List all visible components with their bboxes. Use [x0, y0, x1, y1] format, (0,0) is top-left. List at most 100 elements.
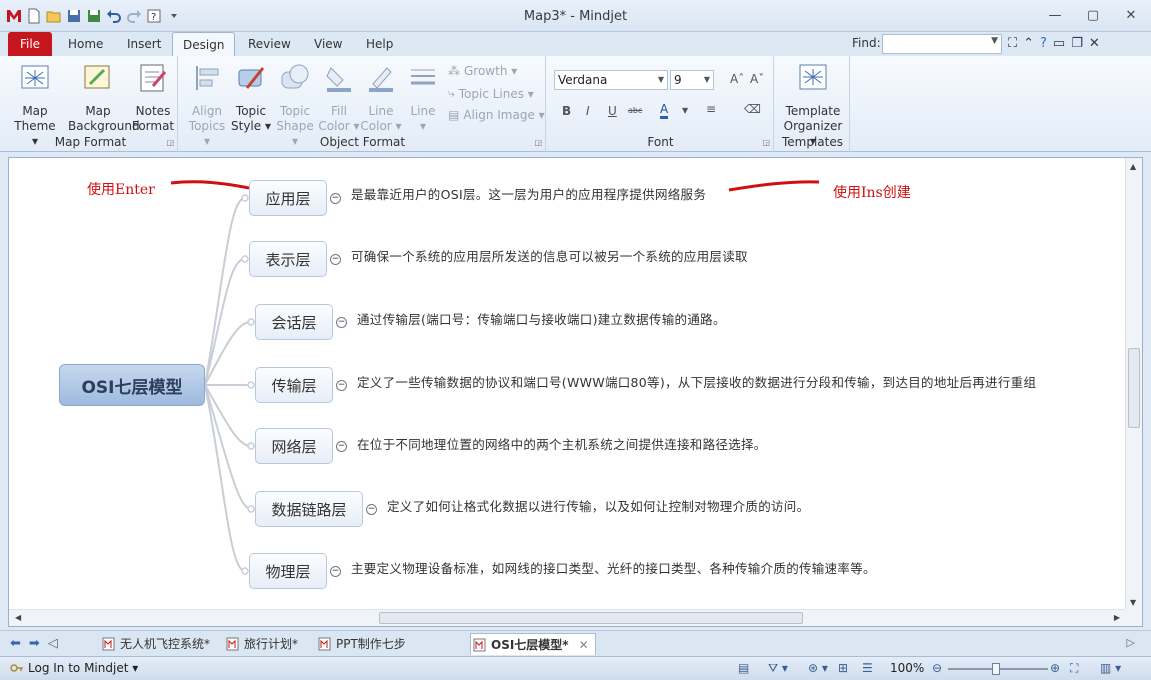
growth-button[interactable]: ⁂ Growth ▾ [448, 64, 517, 78]
binoculars-icon[interactable]: ⛶ [1008, 36, 1017, 51]
doc-tab[interactable]: 无人机飞控系统* [100, 633, 214, 655]
line-pen-icon [369, 67, 393, 92]
align-topics-label-1: Align [191, 104, 223, 118]
tab-view[interactable]: View [304, 32, 352, 56]
fit-map-icon[interactable]: ⛶ [1070, 661, 1078, 676]
topic-lines-icon: ⤷ [448, 86, 455, 100]
align-image-icon: ▤ [448, 108, 460, 122]
topic-presentation-layer[interactable]: 表示层 [249, 241, 327, 277]
scroll-left-icon[interactable]: ◀ [15, 613, 21, 622]
collapse-icon[interactable]: − [330, 193, 341, 204]
topic-note[interactable]: 是最靠近用户的OSI层。这一层为用户的应用程序提供网络服务 [351, 184, 706, 203]
topic-network-layer[interactable]: 网络层 [255, 428, 333, 464]
zoom-out-icon[interactable]: ⊖ [932, 661, 942, 675]
align-text-icon[interactable]: ≡ [706, 102, 716, 116]
font-size-select[interactable]: 9 ▼ [670, 70, 714, 90]
topic-transport-layer[interactable]: 传输层 [255, 367, 333, 403]
notes-format-button[interactable]: Notes Format [130, 62, 176, 134]
collapse-icon[interactable]: − [330, 566, 341, 577]
vertical-scroll-thumb[interactable] [1128, 348, 1140, 428]
topic-note[interactable]: 主要定义物理设备标准，如网线的接口类型、光纤的接口类型、各种传输介质的传输速率等… [351, 558, 876, 577]
tab-help[interactable]: Help [356, 32, 403, 56]
collapse-icon[interactable]: − [336, 317, 347, 328]
horizontal-scrollbar[interactable]: ◀ ▶ [9, 609, 1126, 626]
central-topic[interactable]: OSI七层模型 [59, 364, 205, 406]
dialog-launcher-icon[interactable]: ◲ [534, 138, 542, 147]
close-tab-icon[interactable]: ✕ [579, 638, 589, 652]
panel-toggle-icon[interactable]: ▥ ▾ [1100, 661, 1121, 675]
back-arrow-icon[interactable]: ⬅ [10, 636, 21, 651]
dialog-launcher-icon[interactable]: ◲ [762, 138, 770, 147]
close-icon[interactable]: ✕ [1119, 6, 1143, 24]
scroll-down-icon[interactable]: ▼ [1130, 598, 1136, 607]
doc-tab[interactable]: 旅行计划* [224, 633, 310, 655]
filter-icon[interactable]: ⛛ ▾ [768, 661, 788, 676]
topic-note[interactable]: 定义了如何让格式化数据以进行传输，以及如何让控制对物理介质的访问。 [387, 496, 809, 515]
topic-note[interactable]: 通过传输层(端口号：传输端口与接收端口)建立数据传输的通路。 [357, 309, 726, 328]
tab-design[interactable]: Design [172, 32, 236, 56]
clear-format-icon[interactable]: ⌫ [744, 102, 761, 116]
map-background-button[interactable]: Map Background [68, 62, 140, 134]
minimize-doc-icon[interactable]: ▭ [1053, 36, 1065, 51]
shrink-font-icon[interactable]: Aˇ [750, 72, 764, 86]
line-color-button[interactable]: Line Color ▾ [358, 62, 404, 134]
scroll-up-icon[interactable]: ▲ [1130, 162, 1136, 171]
map-view-icon[interactable]: ⊞ [838, 661, 848, 675]
tab-scroll-right-icon[interactable]: ▷ [1127, 636, 1135, 649]
scroll-right-icon[interactable]: ▶ [1114, 613, 1120, 622]
grow-font-icon[interactable]: Aˆ [730, 72, 744, 86]
collapse-icon[interactable]: − [336, 441, 347, 452]
focus-icon[interactable]: ⊛ ▾ [808, 661, 828, 675]
font-color-icon[interactable]: A [660, 102, 669, 119]
help-icon[interactable]: ? [1040, 36, 1047, 51]
topic-application-layer[interactable]: 应用层 [249, 180, 327, 216]
collapse-icon[interactable]: − [366, 504, 377, 515]
forward-arrow-icon[interactable]: ➡ [29, 636, 40, 651]
zoom-slider-handle[interactable] [992, 663, 1000, 675]
map-canvas[interactable]: OSI七层模型 应用层 − 是最靠近用户的OSI层。这一层为用户的应用程序提供网… [9, 158, 1126, 611]
topic-lines-button[interactable]: ⤷ Topic Lines ▾ [448, 86, 534, 101]
maximize-icon[interactable]: ▢ [1081, 6, 1105, 24]
topic-note[interactable]: 可确保一个系统的应用层所发送的信息可以被另一个系统的应用层读取 [351, 246, 748, 265]
topic-note[interactable]: 定义了一些传输数据的协议和端口号(WWW端口80等)，从下层接收的数据进行分段和… [357, 372, 1036, 391]
outline-mode-icon[interactable]: ☰ [862, 661, 873, 675]
chevron-down-icon[interactable]: ▼ [991, 36, 998, 46]
zoom-slider[interactable] [948, 663, 1048, 675]
line-button[interactable]: Line ▾ [400, 62, 446, 134]
italic-icon[interactable]: I [586, 104, 590, 118]
restore-doc-icon[interactable]: ❐ [1071, 36, 1083, 51]
minimize-icon[interactable]: — [1043, 6, 1067, 24]
doc-tab-active[interactable]: OSI七层模型* ✕ [470, 633, 596, 655]
horizontal-scroll-thumb[interactable] [379, 612, 803, 624]
fill-color-button[interactable]: Fill Color ▾ [316, 62, 362, 134]
topic-note[interactable]: 在位于不同地理位置的网络中的两个主机系统之间提供连接和路径选择。 [357, 434, 767, 453]
tab-list-icon[interactable]: ◁ [48, 636, 58, 651]
chevron-down-icon[interactable]: ▼ [682, 106, 688, 115]
topic-physical-layer[interactable]: 物理层 [249, 553, 327, 589]
topic-style-button[interactable]: Topic Style ▾ [228, 62, 274, 134]
tab-insert[interactable]: Insert [117, 32, 171, 56]
outline-view-icon[interactable]: ▤ [738, 661, 749, 675]
login-button[interactable]: Log In to Mindjet ▾ [10, 661, 138, 675]
underline-icon[interactable]: U [608, 104, 617, 118]
topic-session-layer[interactable]: 会话层 [255, 304, 333, 340]
doc-tab[interactable]: PPT制作七步法.mmap* [316, 633, 462, 673]
tab-file[interactable]: File [8, 32, 52, 56]
collapse-ribbon-icon[interactable]: ⌃ [1023, 36, 1034, 51]
align-image-button[interactable]: ▤ Align Image ▾ [448, 108, 545, 122]
tab-review[interactable]: Review [238, 32, 301, 56]
strikethrough-icon[interactable]: abc [628, 106, 642, 115]
vertical-scrollbar[interactable]: ▲ ▼ [1125, 158, 1142, 611]
zoom-in-icon[interactable]: ⊕ [1050, 661, 1060, 675]
collapse-icon[interactable]: − [330, 254, 341, 265]
bold-icon[interactable]: B [562, 104, 571, 118]
group-font: Verdana ▼ 9 ▼ Aˆ Aˇ B I U abc A ▼ ≡ ⌫ Font… [548, 56, 774, 152]
find-input[interactable]: ▼ [882, 34, 1002, 54]
mindjet-file-icon [318, 637, 331, 651]
topic-data-link-layer[interactable]: 数据链路层 [255, 491, 363, 527]
close-doc-icon[interactable]: ✕ [1089, 36, 1100, 51]
collapse-icon[interactable]: − [336, 380, 347, 391]
font-family-select[interactable]: Verdana ▼ [554, 70, 668, 90]
dialog-launcher-icon[interactable]: ◲ [166, 138, 174, 147]
tab-home[interactable]: Home [58, 32, 113, 56]
